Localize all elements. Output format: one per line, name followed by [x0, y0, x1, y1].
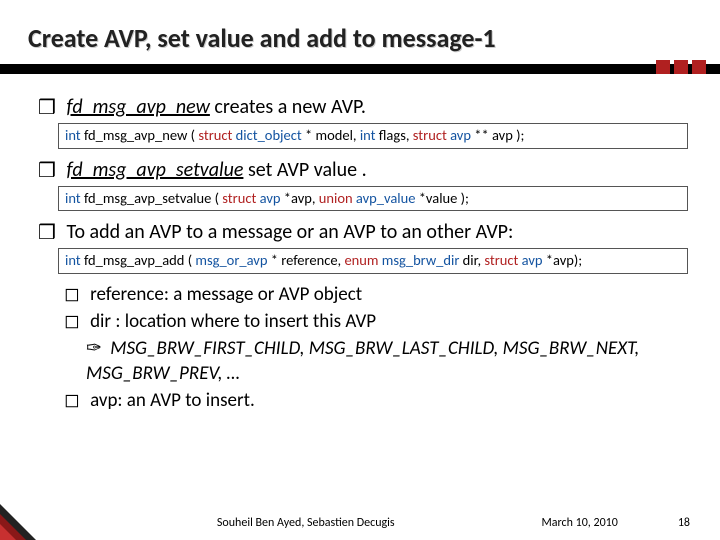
bullet-text: reference: a message or AVP object	[90, 283, 362, 306]
bullet-new-avp: ❒ fd_msg_avp_new creates a new AVP.	[38, 94, 688, 120]
kw: avp	[260, 189, 281, 207]
bullet-text: creates a new AVP.	[210, 95, 366, 119]
sub-bullet-dir: ◻ dir : location where to insert this AV…	[64, 309, 688, 334]
bullet-icon: ❒	[38, 97, 56, 119]
bullet-icon: ◻	[64, 390, 80, 411]
code-snippet-add: int fd_msg_avp_add ( msg_or_avp * refere…	[58, 248, 688, 273]
kw: avp	[522, 251, 543, 269]
footer: Souheil Ben Ayed, Sebastien Decugis Marc…	[0, 516, 720, 530]
kw: union	[319, 189, 353, 207]
kw: struct	[222, 189, 256, 207]
kw: avp	[450, 126, 471, 144]
bullet-icon: ◻	[64, 311, 80, 332]
sub-bullet-reference: ◻ reference: a message or AVP object	[64, 282, 688, 307]
footer-authors: Souheil Ben Ayed, Sebastien Decugis	[70, 516, 542, 530]
sub-bullet-avp: ◻ avp: an AVP to insert.	[64, 388, 688, 413]
code-snippet-new: int fd_msg_avp_new ( struct dict_object …	[58, 123, 688, 148]
t: * model,	[302, 126, 360, 144]
bullet-text: avp: an AVP to insert.	[90, 389, 255, 412]
subsub-bullet-enum: ✑ MSG_BRW_FIRST_CHILD, MSG_BRW_LAST_CHIL…	[86, 336, 688, 386]
kw: msg_brw_dir	[382, 251, 460, 269]
bullet-text: To add an AVP to a message or an AVP to …	[66, 220, 513, 244]
page-number: 18	[678, 516, 690, 530]
kw: struct	[484, 251, 518, 269]
kw: struct	[413, 126, 447, 144]
kw: struct	[198, 126, 232, 144]
kw: int	[360, 126, 376, 144]
bullet-icon: ◻	[64, 284, 80, 305]
kw: int	[65, 189, 81, 207]
bullet-setvalue: ❒ fd_msg_avp_setvalue set AVP value .	[38, 157, 688, 183]
kw: dict_object	[236, 126, 302, 144]
t: fd_msg_avp_add (	[81, 251, 196, 269]
t: flags,	[375, 126, 412, 144]
t: dir,	[459, 251, 484, 269]
kw: avp_value	[356, 189, 416, 207]
content-area: ❒ fd_msg_avp_new creates a new AVP. int …	[28, 94, 692, 413]
t: *avp);	[543, 251, 583, 269]
divider-band	[0, 64, 720, 86]
footer-date: March 10, 2010	[542, 516, 618, 530]
slide-title: Create AVP, set value and add to message…	[28, 22, 692, 54]
bullet-icon: ❒	[38, 160, 56, 182]
t: *value );	[415, 189, 469, 207]
func-name: fd_msg_avp_new	[66, 95, 209, 119]
t: ** avp );	[471, 126, 524, 144]
kw: int	[65, 126, 81, 144]
t: fd_msg_avp_new (	[81, 126, 199, 144]
kw: int	[65, 251, 81, 269]
t: * reference,	[267, 251, 344, 269]
t: *avp,	[280, 189, 318, 207]
bullet-add-avp: ❒ To add an AVP to a message or an AVP t…	[38, 219, 688, 245]
bullet-icon: ❒	[38, 222, 56, 244]
bullet-text: dir : location where to insert this AVP	[90, 310, 376, 333]
func-name: fd_msg_avp_setvalue	[66, 158, 243, 182]
code-snippet-setvalue: int fd_msg_avp_setvalue ( struct avp *av…	[58, 186, 688, 211]
kw: enum	[344, 251, 378, 269]
kw: msg_or_avp	[195, 251, 267, 269]
accent-squares	[656, 60, 706, 74]
bullet-icon: ✑	[86, 338, 102, 359]
bullet-text: MSG_BRW_FIRST_CHILD, MSG_BRW_LAST_CHILD,…	[86, 337, 639, 385]
bullet-text: set AVP value .	[243, 158, 366, 182]
t: fd_msg_avp_setvalue (	[81, 189, 223, 207]
